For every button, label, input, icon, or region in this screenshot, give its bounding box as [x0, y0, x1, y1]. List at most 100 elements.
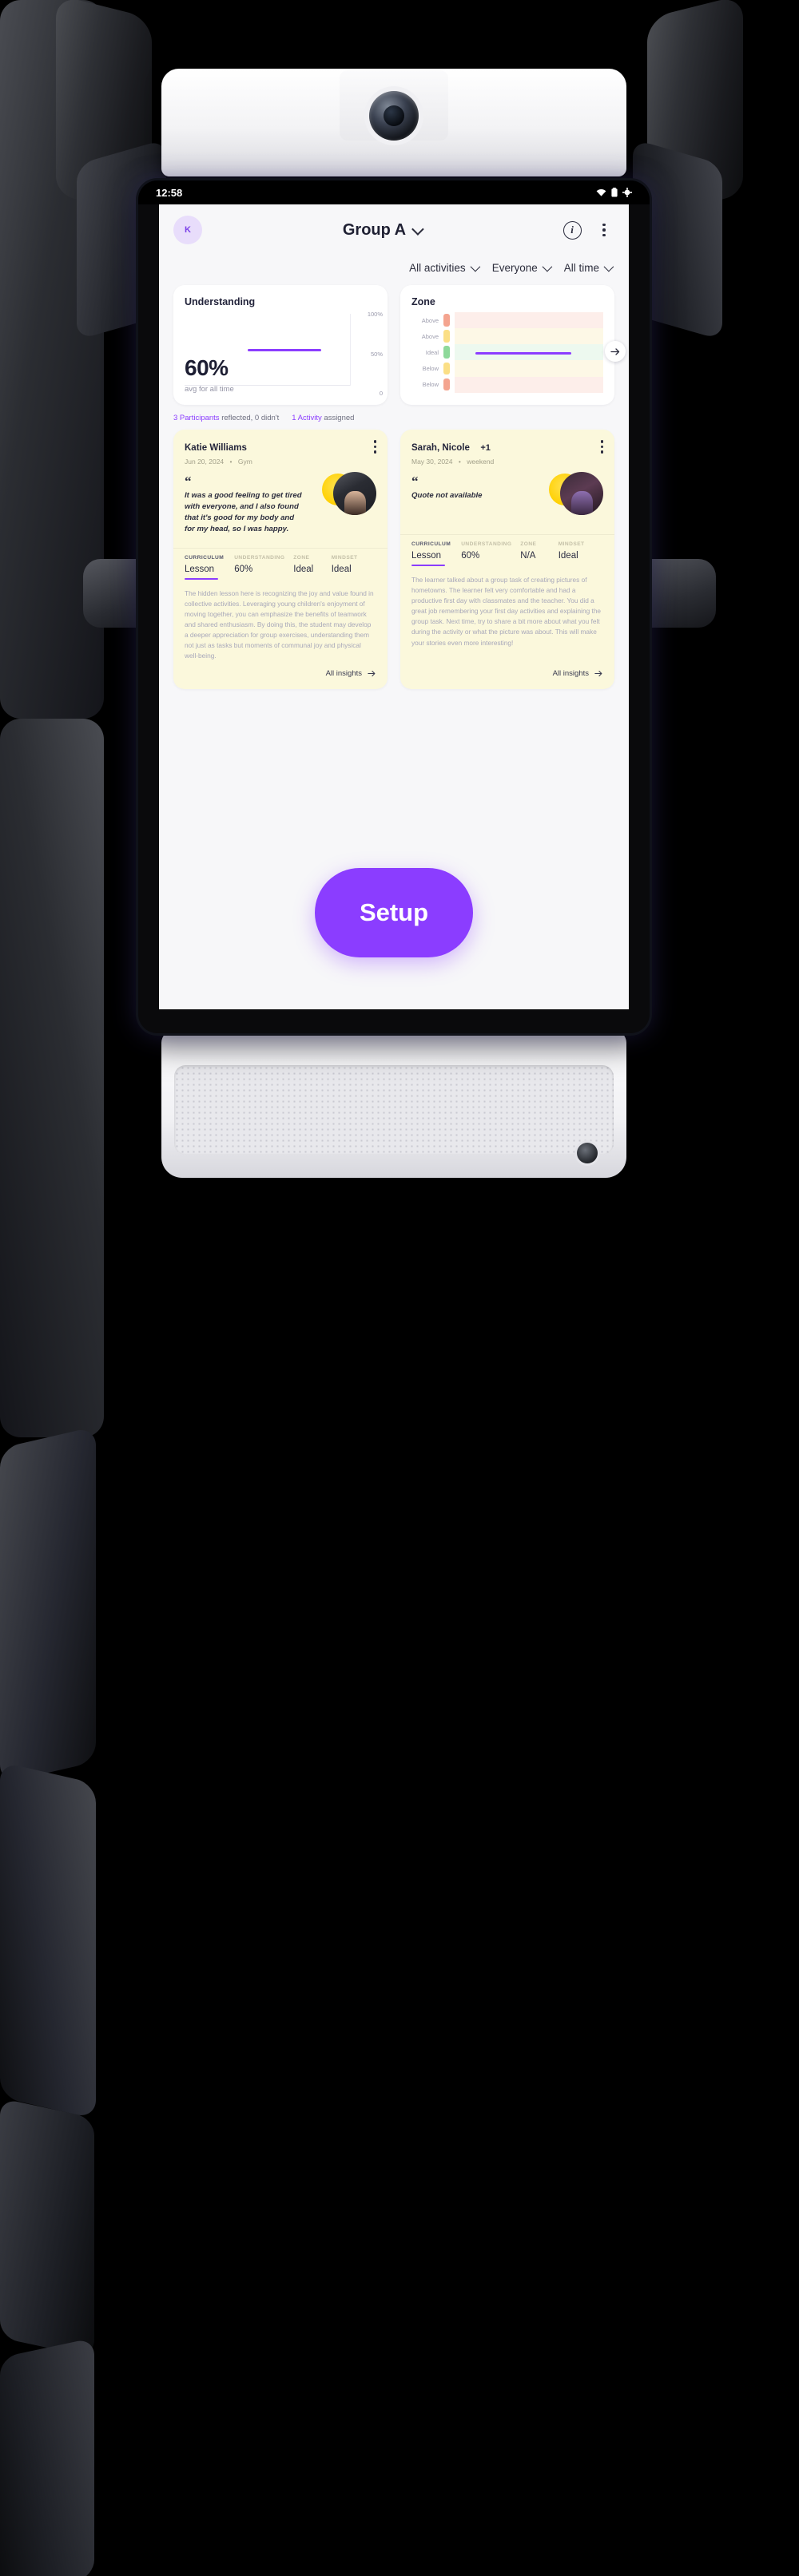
page-title[interactable]: Group A: [212, 221, 552, 240]
metric-value: Ideal: [558, 551, 578, 561]
insight-meta: Jun 20, 2024 • Gym: [185, 458, 374, 466]
insight-metric-understanding: UNDERSTANDING 60%: [461, 541, 520, 566]
metric-label: UNDERSTANDING: [461, 541, 512, 547]
insight-tag: weekend: [467, 458, 495, 466]
next-card-button[interactable]: [605, 341, 626, 362]
chassis-leg-right: [0, 1762, 96, 2119]
filter-time-label: All time: [563, 262, 599, 274]
zone-band-label: Ideal: [425, 348, 439, 356]
participants-count: 3 Participants: [173, 414, 220, 422]
insight-name-row: Katie Williams: [185, 440, 374, 454]
participant-avatar: [560, 472, 603, 515]
all-insights-label: All insights: [325, 669, 362, 679]
insight-metric-mindset: MINDSET Ideal: [559, 541, 603, 566]
zone-band-label: Below: [422, 364, 439, 372]
zone-card[interactable]: Zone Above Above Ideal Below Below: [400, 285, 614, 405]
status-bar-time: 12:58: [156, 186, 183, 199]
zone-card-title: Zone: [411, 296, 435, 307]
avatar[interactable]: K: [173, 216, 202, 244]
zone-series-wrap: [448, 312, 598, 397]
activity-count: 1 Activity: [292, 414, 322, 422]
participants-summary: 3 Participants reflected, 0 didn't 1 Act…: [159, 405, 629, 430]
insight-metric-grid: CURRICULUM Lesson UNDERSTANDING 60% ZONE…: [400, 534, 614, 566]
status-bar-icons: [596, 188, 632, 197]
metric-label: MINDSET: [558, 541, 585, 547]
kebab-menu-icon[interactable]: [600, 440, 603, 454]
activity-rest: assigned: [324, 414, 355, 422]
filter-activities-label: All activities: [409, 262, 466, 274]
understanding-card[interactable]: Understanding 100% 50% 0 60% avg for all…: [173, 285, 388, 405]
gear-icon: [622, 188, 632, 197]
filter-time[interactable]: All time: [563, 261, 614, 274]
insight-footer[interactable]: All insights: [173, 661, 388, 689]
activities-assigned: 1 Activity assigned: [292, 414, 354, 422]
metric-value: Lesson: [411, 551, 442, 561]
overflow-menu-button[interactable]: [594, 220, 614, 240]
metric-value: Ideal: [331, 564, 352, 574]
chevron-down-icon: [470, 261, 480, 272]
info-glyph: i: [570, 224, 574, 236]
insight-metric-grid: CURRICULUM Lesson UNDERSTANDING 60% ZONE…: [173, 547, 388, 580]
insight-meta: May 30, 2024 • weekend: [411, 458, 601, 466]
insight-metric-zone: ZONE N/A: [520, 541, 558, 566]
metric-value: Lesson: [185, 564, 215, 574]
camera-pupil: [384, 105, 404, 126]
wifi-icon: [596, 188, 606, 196]
insight-photo: [549, 472, 603, 515]
metric-label: MINDSET: [331, 554, 358, 561]
insight-tag: Gym: [237, 458, 252, 466]
battery-icon: [611, 188, 618, 197]
filter-people[interactable]: Everyone: [491, 261, 553, 274]
device-head-unit: [161, 69, 626, 176]
insight-header-text: Sarah, Nicole +1 May 30, 2024 • weekend: [411, 440, 601, 466]
metric-label: ZONE: [520, 541, 537, 547]
tablet-device: 12:58 K Group A i All activities Everyon…: [138, 180, 650, 1033]
chevron-down-icon: [542, 261, 553, 272]
insight-card[interactable]: Katie Williams Jun 20, 2024 • Gym “ It w…: [173, 430, 388, 690]
filter-people-label: Everyone: [491, 262, 538, 274]
zone-band-label: Below: [422, 381, 439, 389]
setup-button[interactable]: Setup: [315, 868, 473, 958]
understanding-y-ticks: 100% 50% 0: [351, 311, 383, 397]
insight-quote: It was a good feeling to get tired with …: [185, 490, 302, 533]
kebab-menu-icon[interactable]: [373, 440, 376, 454]
chassis-foot-left: [0, 2098, 94, 2358]
understanding-chart: [185, 314, 351, 395]
arrow-right-icon: [594, 671, 602, 677]
insight-card[interactable]: Sarah, Nicole +1 May 30, 2024 • weekend …: [400, 430, 614, 690]
insight-extra-count: +1: [480, 443, 491, 453]
metric-cards-row: Understanding 100% 50% 0 60% avg for all…: [159, 285, 629, 405]
meta-separator: •: [229, 458, 233, 466]
metric-value: 60%: [234, 564, 253, 574]
insight-header: Katie Williams Jun 20, 2024 • Gym: [173, 430, 388, 466]
speaker-grille: [174, 1065, 614, 1155]
filter-activities[interactable]: All activities: [409, 261, 480, 274]
insight-cards-row: Katie Williams Jun 20, 2024 • Gym “ It w…: [159, 430, 629, 690]
insight-metric-curriculum: CURRICULUM Lesson: [185, 555, 234, 580]
participants-reflected: 3 Participants reflected, 0 didn't: [173, 414, 279, 422]
zone-series-line: [475, 352, 572, 355]
meta-separator: •: [458, 458, 461, 466]
arrow-right-icon: [368, 671, 376, 677]
base-port-icon: [577, 1143, 598, 1163]
app-bar: K Group A i: [159, 204, 629, 256]
chassis-foot-right: [0, 2337, 94, 2576]
zone-band-label: Above: [421, 332, 439, 340]
insight-footer[interactable]: All insights: [400, 661, 614, 689]
insight-metric-curriculum: CURRICULUM Lesson: [411, 541, 461, 566]
understanding-subtitle: avg for all time: [185, 385, 234, 394]
avatar-initial: K: [185, 225, 191, 235]
understanding-value: 60%: [185, 355, 229, 380]
zone-chart: Above Above Ideal Below Below: [411, 312, 603, 397]
app-bar-actions: i: [562, 220, 614, 240]
insight-quote-area: “ It was a good feeling to get tired wit…: [173, 466, 388, 548]
insight-header: Sarah, Nicole +1 May 30, 2024 • weekend: [400, 430, 614, 466]
metric-label: UNDERSTANDING: [234, 554, 285, 561]
insight-quote: Quote not available: [411, 490, 483, 500]
info-button[interactable]: i: [562, 220, 582, 240]
chassis-leg-left: [0, 1426, 96, 1784]
insight-header-text: Katie Williams Jun 20, 2024 • Gym: [185, 440, 374, 466]
insight-date: Jun 20, 2024: [185, 458, 225, 466]
participants-rest: reflected, 0 didn't: [221, 414, 280, 422]
metric-label: ZONE: [293, 554, 310, 561]
